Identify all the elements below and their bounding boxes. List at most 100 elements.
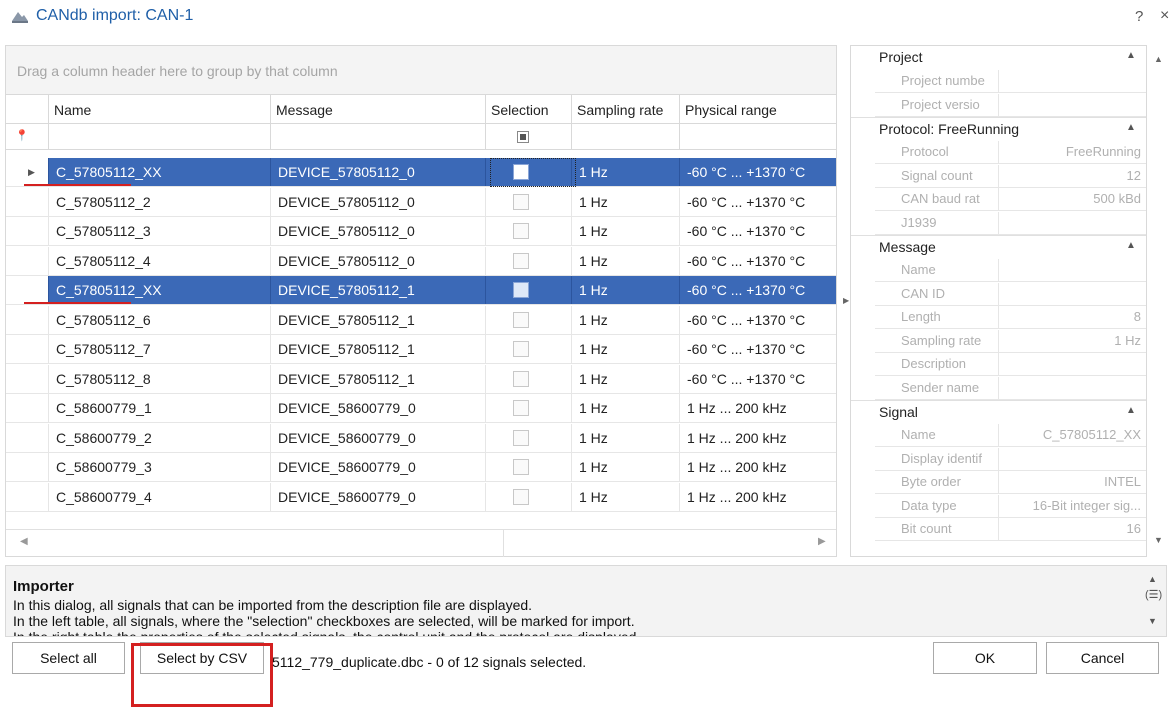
scroll-up-icon[interactable]: ▲ (1148, 574, 1157, 584)
table-row[interactable]: C_57805112_6 DEVICE_57805112_1 1 Hz -60 °C … (6, 305, 836, 335)
help-icon[interactable]: ? (1135, 8, 1143, 25)
collapse-icon[interactable]: ▲ (1126, 50, 1136, 61)
cell-name: C_58600779_3 (49, 453, 271, 481)
filter-message[interactable] (271, 124, 486, 150)
selection-checkbox[interactable] (513, 341, 529, 357)
filter-sampling-rate[interactable] (572, 124, 680, 150)
column-header-name[interactable]: Name (49, 95, 271, 125)
row-indicator[interactable] (6, 423, 49, 452)
property-row[interactable]: Signal count 12 (875, 164, 1146, 188)
indicator-header (6, 95, 49, 125)
column-header-physical-range[interactable]: Physical range (680, 95, 836, 125)
cell-message: DEVICE_57805112_0 (271, 217, 486, 245)
property-category[interactable]: Project ▲ (851, 46, 1146, 70)
row-indicator[interactable] (6, 246, 49, 275)
cancel-button[interactable]: Cancel (1046, 642, 1159, 674)
property-vertical-scrollbar[interactable]: ▲ ▼ (1149, 45, 1167, 557)
row-indicator[interactable] (6, 482, 49, 511)
property-row[interactable]: CAN ID (875, 282, 1146, 306)
scroll-down-icon[interactable]: ▼ (1154, 535, 1163, 545)
table-row[interactable]: C_57805112_XX DEVICE_57805112_1 1 Hz -60 °C… (6, 276, 836, 305)
cell-physical-range: -60 °C ... +1370 °C (687, 341, 806, 357)
row-indicator[interactable] (6, 394, 49, 422)
table-row[interactable]: C_57805112_4 DEVICE_57805112_0 1 Hz -60 °C … (6, 246, 836, 276)
property-row[interactable]: Project versio (875, 93, 1146, 117)
table-row[interactable]: C_57805112_3 DEVICE_57805112_0 1 Hz -60 °C … (6, 217, 836, 246)
row-indicator[interactable] (6, 276, 49, 304)
column-header-sampling-rate[interactable]: Sampling rate (572, 95, 680, 125)
property-row[interactable]: Sampling rate 1 Hz (875, 329, 1146, 353)
property-row[interactable]: Name (875, 259, 1146, 282)
scroll-down-icon[interactable]: ▼ (1148, 616, 1157, 626)
selection-checkbox[interactable] (513, 400, 529, 416)
column-header-message[interactable]: Message (271, 95, 486, 125)
cell-message: DEVICE_57805112_0 (271, 246, 486, 275)
row-indicator[interactable] (6, 335, 49, 363)
table-row[interactable]: C_58600779_1 DEVICE_58600779_0 1 Hz 1 Hz ..… (6, 394, 836, 423)
collapse-icon[interactable]: ▲ (1126, 240, 1136, 251)
selection-checkbox[interactable] (513, 488, 529, 505)
table-row[interactable]: C_57805112_2 DEVICE_57805112_0 1 Hz -60 °C … (6, 187, 836, 217)
group-hint: Drag a column header here to group by th… (17, 63, 338, 79)
cell-sampling-rate: 1 Hz (572, 335, 680, 363)
table-row[interactable]: C_58600779_3 DEVICE_58600779_0 1 Hz 1 Hz ..… (6, 453, 836, 482)
table-row[interactable]: ▶ C_57805112_XX DEVICE_57805112_0 1 Hz -60 °… (6, 158, 836, 187)
row-indicator[interactable]: ▶ (6, 158, 49, 186)
collapse-icon[interactable]: ▲ (1126, 405, 1136, 416)
property-row[interactable]: Name C_57805112_XX (875, 424, 1146, 447)
table-row[interactable]: C_58600779_4 DEVICE_58600779_0 1 Hz 1 Hz ..… (6, 482, 836, 512)
property-row[interactable]: Sender name (875, 376, 1146, 400)
selection-checkbox[interactable] (513, 429, 529, 446)
selection-checkbox[interactable] (513, 223, 529, 239)
property-row[interactable]: Project numbe (875, 70, 1146, 93)
property-category[interactable]: Message ▲ (851, 235, 1146, 259)
scroll-right-icon[interactable]: ▶ (818, 536, 826, 547)
filter-name[interactable] (49, 124, 271, 150)
property-row[interactable]: Length 8 (875, 306, 1146, 329)
property-row[interactable]: Display identif (875, 447, 1146, 471)
property-row[interactable]: CAN baud rat 500 kBd (875, 188, 1146, 211)
splitter-arrow-icon[interactable]: ▶ (843, 296, 849, 305)
table-row[interactable]: C_57805112_7 DEVICE_57805112_1 1 Hz -60 °C … (6, 335, 836, 364)
property-row[interactable]: Data type 16-Bit integer sig... (875, 494, 1146, 518)
selection-checkbox[interactable] (513, 282, 529, 298)
filter-selection-checkbox[interactable] (517, 131, 529, 143)
collapse-icon[interactable]: ▲ (1126, 122, 1136, 133)
property-name: Data type (875, 494, 999, 517)
row-indicator[interactable] (6, 217, 49, 245)
row-indicator[interactable] (6, 364, 49, 393)
scroll-left-icon[interactable]: ◀ (20, 536, 28, 547)
property-row[interactable]: J1939 (875, 211, 1146, 235)
pin-icon: 📍 (15, 130, 29, 142)
property-row[interactable]: Byte order INTEL (875, 471, 1146, 494)
property-category[interactable]: Protocol: FreeRunning ▲ (851, 117, 1146, 141)
filter-physical-range[interactable] (680, 124, 836, 150)
selection-checkbox[interactable] (513, 459, 529, 475)
property-category[interactable]: Signal ▲ (851, 400, 1146, 424)
property-name: Protocol (875, 141, 999, 163)
row-indicator[interactable] (6, 305, 49, 334)
property-value: 8 (1133, 309, 1141, 324)
select-all-button[interactable]: Select all (12, 642, 125, 674)
property-row[interactable]: Bit count 16 (875, 518, 1146, 541)
group-by-panel[interactable]: Drag a column header here to group by th… (6, 46, 836, 94)
selection-checkbox[interactable] (513, 311, 529, 328)
property-row[interactable]: Protocol FreeRunning (875, 141, 1146, 164)
horizontal-scrollbar[interactable]: ◀ ▶ (6, 529, 836, 557)
ok-button[interactable]: OK (933, 642, 1037, 674)
selection-checkbox[interactable] (513, 193, 529, 210)
selection-checkbox[interactable] (513, 370, 529, 387)
table-row[interactable]: C_58600779_2 DEVICE_58600779_0 1 Hz 1 Hz ..… (6, 423, 836, 453)
row-indicator[interactable] (6, 453, 49, 481)
selection-checkbox[interactable] (513, 252, 529, 269)
cell-message: DEVICE_57805112_0 (271, 187, 486, 216)
row-indicator[interactable] (6, 187, 49, 216)
filter-selection[interactable] (486, 124, 572, 150)
scroll-up-icon[interactable]: ▲ (1154, 54, 1163, 64)
column-header-selection[interactable]: Selection (486, 95, 572, 125)
cell-physical-range: 1 Hz ... 200 kHz (687, 400, 787, 416)
table-row[interactable]: C_57805112_8 DEVICE_57805112_1 1 Hz -60 °C … (6, 364, 836, 394)
scroll-grip-icon[interactable]: (☰) (1145, 588, 1162, 601)
close-icon[interactable]: × (1160, 7, 1169, 25)
property-row[interactable]: Description (875, 353, 1146, 376)
